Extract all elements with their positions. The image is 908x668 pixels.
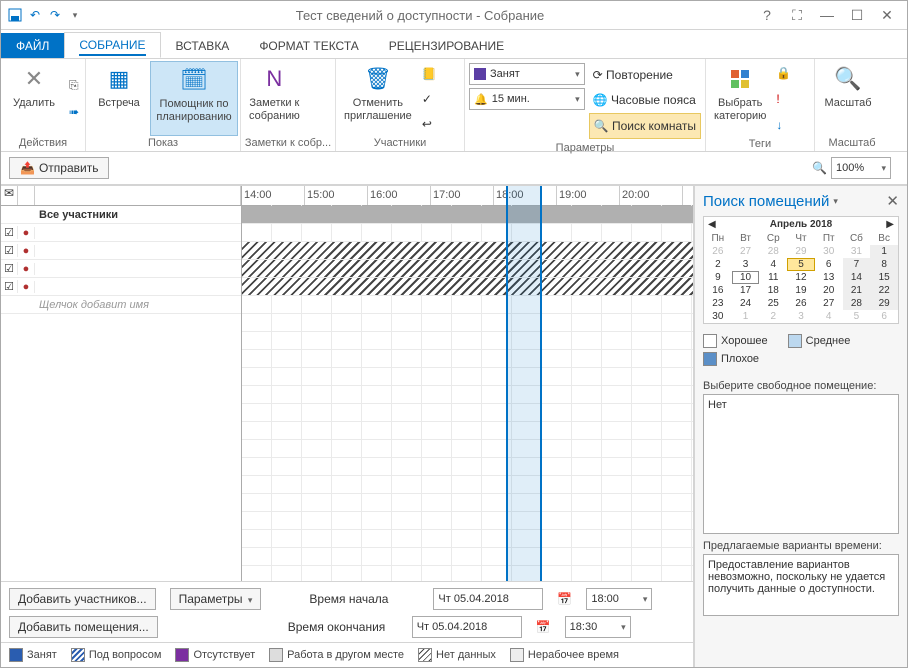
choose-room-label: Выберите свободное помещение: bbox=[703, 380, 899, 392]
calendar-picker-icon[interactable]: 📅 bbox=[536, 620, 551, 634]
response-options-icon[interactable]: ↩ bbox=[418, 112, 441, 136]
timeline-row bbox=[242, 260, 693, 278]
delete-icon: ✕ bbox=[18, 63, 50, 95]
start-date-combo[interactable]: Чт 05.04.2018 bbox=[433, 588, 543, 610]
zoom-icon[interactable]: 🔍 bbox=[812, 161, 827, 175]
cancel-invitation-button[interactable]: 🗑 Отменить приглашение bbox=[338, 61, 418, 136]
tab-file[interactable]: ФАЙЛ bbox=[1, 33, 64, 58]
zoom-button[interactable]: 🔍 Масштаб bbox=[817, 61, 879, 136]
tab-review[interactable]: РЕЦЕНЗИРОВАНИЕ bbox=[374, 33, 519, 58]
suggested-times-box: Предоставление вариантов невозможно, пос… bbox=[703, 554, 899, 616]
timeline-row bbox=[242, 278, 693, 296]
recurrence-icon: ⟳ bbox=[593, 68, 603, 82]
options-button[interactable]: Параметры bbox=[170, 588, 262, 610]
timeline-row bbox=[242, 314, 693, 332]
copy-icon[interactable]: ⎘ bbox=[65, 74, 83, 98]
search-room-icon: 🔍 bbox=[594, 119, 609, 133]
timeline-row bbox=[242, 224, 693, 242]
pane-close-icon[interactable]: ✕ bbox=[886, 192, 899, 210]
meeting-notes-button[interactable]: N Заметки к собранию bbox=[243, 61, 306, 136]
timezones-button[interactable]: 🌐 Часовые пояса bbox=[589, 88, 701, 112]
zoom-combo[interactable]: 100% bbox=[831, 157, 891, 179]
end-time-label: Время окончания bbox=[288, 620, 398, 634]
help-icon[interactable]: ? bbox=[757, 7, 777, 24]
appointment-button[interactable]: ▦ Встреча bbox=[88, 61, 150, 136]
close-icon[interactable]: ✕ bbox=[877, 7, 897, 24]
start-time-label: Время начала bbox=[309, 592, 419, 606]
globe-icon: 🌐 bbox=[593, 93, 608, 107]
zoom-icon: 🔍 bbox=[832, 63, 864, 95]
attendee-row[interactable]: ☑● bbox=[1, 278, 241, 296]
next-month-icon[interactable]: ▶ bbox=[886, 219, 894, 230]
scheduling-assistant-button[interactable]: 🗓 Помощник по планированию bbox=[150, 61, 238, 136]
forward-icon[interactable]: ➠ bbox=[65, 100, 83, 124]
cancel-icon: 🗑 bbox=[362, 63, 394, 95]
suggested-times-label: Предлагаемые варианты времени: bbox=[703, 540, 899, 552]
save-icon[interactable] bbox=[7, 7, 23, 23]
recurrence-button[interactable]: ⟳ Повторение bbox=[589, 63, 701, 87]
redo-icon[interactable]: ↷ bbox=[47, 7, 63, 23]
window-title: Тест сведений о доступности - Собрание bbox=[83, 8, 757, 23]
minimize-icon[interactable]: — bbox=[817, 7, 837, 24]
calendar-month: Апрель 2018 bbox=[770, 219, 832, 230]
low-importance-icon[interactable]: ↓ bbox=[772, 113, 795, 137]
end-time-combo[interactable]: 18:30 bbox=[565, 616, 631, 638]
bell-icon: 🔔 bbox=[474, 93, 488, 106]
check-names-icon[interactable]: ✓ bbox=[418, 87, 441, 111]
tab-insert[interactable]: ВСТАВКА bbox=[161, 33, 245, 58]
start-time-combo[interactable]: 18:00 bbox=[586, 588, 652, 610]
timeline[interactable]: 14:0015:0016:0017:0018:0019:0020:00 bbox=[242, 186, 693, 581]
calendar[interactable]: ◀ Апрель 2018 ▶ ПнВтСрЧтПтСбВс2627282930… bbox=[703, 216, 899, 324]
end-date-combo[interactable]: Чт 05.04.2018 bbox=[412, 616, 522, 638]
calendar-picker-icon[interactable]: 📅 bbox=[557, 592, 572, 606]
prev-month-icon[interactable]: ◀ bbox=[708, 219, 716, 230]
maximize-icon[interactable]: ☐ bbox=[847, 7, 867, 24]
attendee-row-all[interactable]: Все участники bbox=[1, 206, 241, 224]
attendee-header: ✉ bbox=[1, 186, 241, 206]
categorize-icon bbox=[724, 63, 756, 95]
add-rooms-button[interactable]: Добавить помещения... bbox=[9, 616, 158, 638]
send-button[interactable]: 📤Отправить bbox=[9, 157, 109, 179]
tab-format[interactable]: ФОРМАТ ТЕКСТА bbox=[244, 33, 373, 58]
attendee-row[interactable]: ☑● bbox=[1, 242, 241, 260]
address-book-icon[interactable]: 📒 bbox=[418, 62, 441, 86]
calendar-icon: ▦ bbox=[103, 63, 135, 95]
room-finder-button[interactable]: 🔍 Поиск комнаты bbox=[589, 113, 701, 139]
scheduling-icon: 🗓 bbox=[178, 64, 210, 96]
onenote-icon: N bbox=[258, 63, 290, 95]
send-icon: 📤 bbox=[20, 161, 35, 175]
attendee-row[interactable]: ☑● bbox=[1, 224, 241, 242]
categorize-button[interactable]: Выбрать категорию bbox=[708, 61, 772, 137]
legend: Занят Под вопросом Отсутствует Работа в … bbox=[1, 642, 693, 667]
ribbon-toggle-icon[interactable]: ⛶ bbox=[787, 7, 807, 24]
show-as-combo[interactable]: Занят bbox=[469, 63, 585, 85]
qat-customize-icon[interactable] bbox=[67, 7, 83, 23]
timeline-row bbox=[242, 242, 693, 260]
tab-meeting[interactable]: СОБРАНИЕ bbox=[64, 32, 160, 58]
delete-button[interactable]: ✕ Удалить bbox=[3, 61, 65, 136]
timeline-header: 14:0015:0016:0017:0018:0019:0020:00 bbox=[242, 186, 693, 206]
timeline-row bbox=[242, 296, 693, 314]
room-finder-title: Поиск помещений bbox=[703, 193, 829, 210]
add-attendees-button[interactable]: Добавить участников... bbox=[9, 588, 156, 610]
pane-menu-icon[interactable] bbox=[833, 196, 838, 207]
undo-icon[interactable]: ↶ bbox=[27, 7, 43, 23]
high-importance-icon[interactable]: ! bbox=[772, 87, 795, 111]
available-rooms-list[interactable]: Нет bbox=[703, 394, 899, 534]
reminder-combo[interactable]: 🔔15 мин. bbox=[469, 88, 585, 110]
attendee-placeholder[interactable]: Щелчок добавит имя bbox=[1, 296, 241, 314]
timeline-row-all bbox=[242, 206, 693, 224]
attendee-row[interactable]: ☑● bbox=[1, 260, 241, 278]
private-icon[interactable]: 🔒 bbox=[772, 61, 795, 85]
